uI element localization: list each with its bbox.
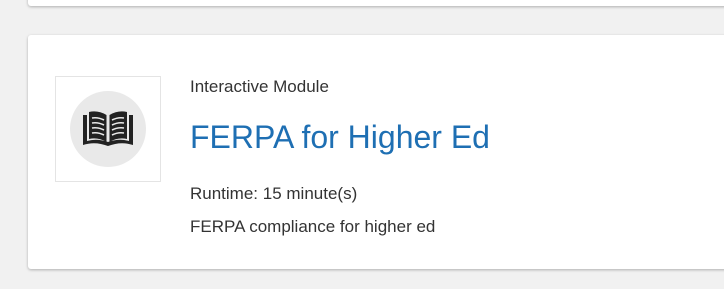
module-thumbnail — [55, 76, 161, 182]
runtime-value: 15 minute(s) — [262, 184, 358, 203]
module-card[interactable]: Interactive Module FERPA for Higher Ed R… — [28, 35, 724, 269]
module-runtime: Runtime: 15 minute(s) — [190, 184, 357, 204]
module-type-label: Interactive Module — [190, 77, 329, 96]
module-title-link[interactable]: FERPA for Higher Ed — [190, 118, 490, 156]
module-description: FERPA compliance for higher ed — [190, 217, 436, 236]
open-book-icon — [83, 111, 133, 146]
runtime-label: Runtime: — [190, 184, 259, 203]
previous-card-edge — [28, 0, 724, 6]
icon-background — [70, 91, 146, 167]
